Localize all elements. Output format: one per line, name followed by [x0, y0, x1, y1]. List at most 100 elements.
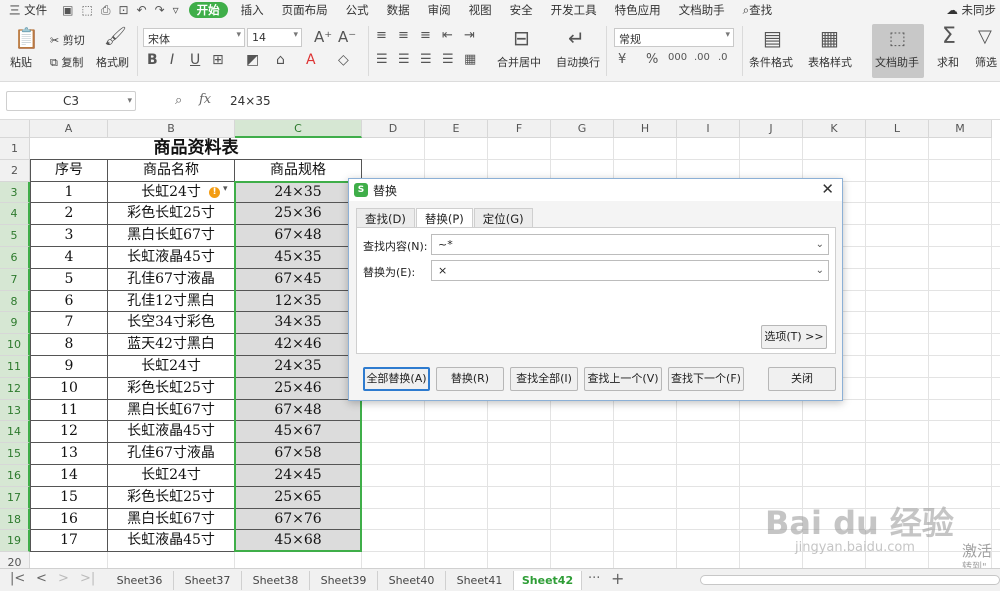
percent-icon[interactable]: %: [646, 52, 658, 67]
decrease-decimal-icon[interactable]: .0: [718, 52, 728, 63]
next-sheet-icon[interactable]: >: [58, 571, 69, 586]
find-input[interactable]: ~* ⌄: [431, 234, 829, 255]
index-cell[interactable]: 9: [30, 356, 108, 378]
merge-center-button[interactable]: 合并居中: [497, 54, 541, 70]
close-button[interactable]: 关闭: [768, 367, 836, 391]
row-header[interactable]: 18: [0, 508, 30, 531]
product-name-cell[interactable]: 长空34寸彩色: [108, 312, 235, 335]
filter-icon[interactable]: ▽: [978, 26, 992, 47]
index-cell[interactable]: 3: [30, 225, 108, 247]
wrap-text-button[interactable]: 自动换行: [556, 54, 600, 70]
options-button[interactable]: 选项(T) >>: [761, 325, 827, 349]
export-icon[interactable]: ⬚: [82, 3, 93, 17]
sheet-tab[interactable]: Sheet36: [106, 571, 174, 590]
sync-status[interactable]: ☁ 未同步: [946, 0, 996, 20]
column-header[interactable]: D: [362, 120, 425, 138]
product-name-cell[interactable]: 孔佳67寸液晶: [108, 443, 235, 465]
index-cell[interactable]: 11: [30, 399, 108, 422]
conditional-format-icon[interactable]: ▤: [763, 26, 782, 50]
indent-decrease-icon[interactable]: ⇤: [442, 28, 453, 43]
index-cell[interactable]: 10: [30, 377, 108, 400]
index-cell[interactable]: 13: [30, 443, 108, 465]
tab-review[interactable]: 审阅: [419, 0, 460, 20]
border-icon[interactable]: ⊞: [212, 52, 224, 68]
row-header[interactable]: 15: [0, 443, 30, 465]
product-spec-cell[interactable]: 24×35: [235, 181, 362, 204]
align-middle-icon[interactable]: ≡: [398, 28, 409, 43]
filter-button[interactable]: 筛选: [975, 54, 997, 70]
highlight-icon[interactable]: ⌂: [276, 52, 285, 68]
cut-button[interactable]: ✂ 剪切: [50, 32, 85, 48]
product-spec-cell[interactable]: 12×35: [235, 290, 362, 313]
redo-icon[interactable]: ↷: [155, 3, 165, 17]
print-preview-icon[interactable]: ⊡: [118, 3, 128, 17]
sheet-tab[interactable]: Sheet37: [174, 571, 242, 590]
decrease-font-icon[interactable]: A⁻: [338, 28, 356, 46]
column-header[interactable]: K: [803, 120, 866, 138]
name-box[interactable]: C3 ▾: [6, 91, 136, 111]
replace-input[interactable]: × ⌄: [431, 260, 829, 281]
product-spec-cell[interactable]: 45×67: [235, 421, 362, 444]
first-sheet-icon[interactable]: |<: [10, 571, 25, 586]
increase-decimal-icon[interactable]: .00: [694, 52, 710, 63]
tab-replace[interactable]: 替换(P): [415, 208, 473, 228]
row-header[interactable]: 8: [0, 290, 30, 313]
product-spec-cell[interactable]: 45×68: [235, 530, 362, 553]
warning-icon[interactable]: !: [209, 186, 220, 198]
index-cell[interactable]: 7: [30, 312, 108, 335]
index-cell[interactable]: 6: [30, 290, 108, 313]
header-cell[interactable]: 商品规格: [235, 159, 362, 182]
replace-button[interactable]: 替换(R): [436, 367, 504, 391]
row-header[interactable]: 19: [0, 530, 30, 553]
product-spec-cell[interactable]: 45×35: [235, 247, 362, 269]
index-cell[interactable]: 5: [30, 268, 108, 291]
product-spec-cell[interactable]: 34×35: [235, 312, 362, 335]
index-cell[interactable]: 17: [30, 530, 108, 553]
column-header[interactable]: A: [30, 120, 108, 138]
print-icon[interactable]: ⎙: [101, 3, 111, 18]
sheet-tab[interactable]: Sheet40: [378, 571, 446, 590]
chevron-down-icon[interactable]: ⌄: [816, 235, 824, 254]
font-name-select[interactable]: 宋体 ▾: [143, 28, 245, 47]
row-header[interactable]: 9: [0, 312, 30, 335]
tab-goto[interactable]: 定位(G): [473, 208, 533, 228]
conditional-format-button[interactable]: 条件格式: [749, 54, 793, 70]
product-name-cell[interactable]: 蓝天42寸黑白: [108, 334, 235, 356]
product-spec-cell[interactable]: 67×45: [235, 268, 362, 291]
justify-icon[interactable]: ☰: [442, 52, 454, 67]
increase-font-icon[interactable]: A⁺: [314, 28, 332, 46]
align-bottom-icon[interactable]: ≡: [420, 28, 431, 43]
search-menu[interactable]: ⌕查找: [734, 0, 781, 20]
italic-icon[interactable]: I: [170, 52, 174, 68]
tab-doc-helper[interactable]: 文档助手: [670, 0, 734, 20]
tab-insert[interactable]: 插入: [232, 0, 273, 20]
doc-helper-button[interactable]: ⬚ 文档助手: [872, 24, 924, 78]
column-header[interactable]: G: [551, 120, 614, 138]
thousands-icon[interactable]: 000: [668, 52, 687, 63]
select-all-corner[interactable]: [0, 120, 30, 138]
row-header[interactable]: 20: [0, 552, 30, 568]
index-cell[interactable]: 15: [30, 486, 108, 509]
undo-icon[interactable]: ↶: [137, 3, 147, 17]
sheet-tab[interactable]: Sheet38: [242, 571, 310, 590]
tab-security[interactable]: 安全: [501, 0, 542, 20]
product-name-cell[interactable]: 长虹24寸: [108, 465, 235, 487]
tab-page-layout[interactable]: 页面布局: [273, 0, 337, 20]
tab-developer[interactable]: 开发工具: [542, 0, 606, 20]
sheet-title[interactable]: 商品资料表: [30, 138, 362, 160]
row-header[interactable]: 14: [0, 421, 30, 444]
tab-view[interactable]: 视图: [460, 0, 501, 20]
column-header[interactable]: F: [488, 120, 551, 138]
align-top-icon[interactable]: ≡: [376, 28, 387, 43]
zoom-icon[interactable]: ⌕: [175, 93, 182, 108]
index-cell[interactable]: 12: [30, 421, 108, 444]
row-header[interactable]: 12: [0, 377, 30, 400]
column-header[interactable]: C: [235, 120, 362, 138]
merge-icon[interactable]: ⊟: [513, 26, 530, 50]
sum-button[interactable]: 求和: [937, 54, 959, 70]
number-format-select[interactable]: 常规 ▾: [614, 28, 734, 47]
file-menu[interactable]: 三 文件: [0, 0, 56, 20]
product-spec-cell[interactable]: 24×45: [235, 465, 362, 487]
product-name-cell[interactable]: 孔佳12寸黑白: [108, 290, 235, 313]
wrap-icon[interactable]: ↵: [568, 26, 585, 50]
